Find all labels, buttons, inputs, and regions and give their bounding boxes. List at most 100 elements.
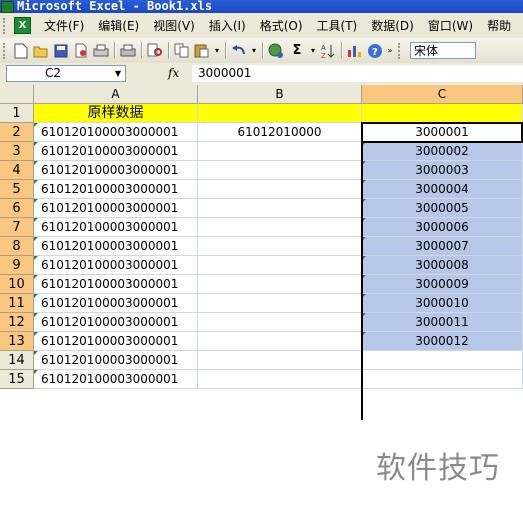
- cell-a[interactable]: 610120100003000001: [34, 180, 198, 199]
- cell-c[interactable]: 3000012: [362, 332, 523, 351]
- worksheet-grid[interactable]: A B C 1 原样数据 2 610120100003000001 6101201000…: [0, 85, 523, 505]
- cell-b[interactable]: [198, 351, 362, 370]
- cell-a[interactable]: 610120100003000001: [34, 218, 198, 237]
- menu-tools[interactable]: 工具(T): [310, 17, 365, 34]
- column-header-c[interactable]: C: [362, 85, 523, 104]
- name-box[interactable]: C2 ▼: [6, 65, 126, 82]
- cell-b[interactable]: 61012010000: [198, 123, 362, 142]
- cell-c[interactable]: 3000009: [362, 275, 523, 294]
- cell-a[interactable]: 610120100003000001: [34, 237, 198, 256]
- cell-b[interactable]: [198, 256, 362, 275]
- chart-wizard-icon[interactable]: [346, 42, 364, 60]
- cell-c[interactable]: 3000002: [362, 142, 523, 161]
- cell-a[interactable]: 610120100003000001: [34, 275, 198, 294]
- undo-icon[interactable]: [230, 42, 248, 60]
- cell-a[interactable]: 610120100003000001: [34, 332, 198, 351]
- menu-data[interactable]: 数据(D): [364, 17, 421, 34]
- cell-a[interactable]: 610120100003000001: [34, 199, 198, 218]
- autosum-dropdown-icon[interactable]: ▾: [309, 42, 317, 60]
- cell-b[interactable]: [198, 199, 362, 218]
- name-box-dropdown-icon[interactable]: ▼: [111, 66, 125, 81]
- new-icon[interactable]: [12, 42, 30, 60]
- cell-a[interactable]: 610120100003000001: [34, 313, 198, 332]
- menu-view[interactable]: 视图(V): [146, 17, 202, 34]
- hyperlink-icon[interactable]: [267, 42, 285, 60]
- help-icon[interactable]: ?: [366, 42, 384, 60]
- menu-edit[interactable]: 编辑(E): [91, 17, 146, 34]
- cell-c[interactable]: 3000003: [362, 161, 523, 180]
- menu-format[interactable]: 格式(O): [253, 17, 310, 34]
- cell-a[interactable]: 610120100003000001: [34, 142, 198, 161]
- toolbar-options-icon[interactable]: »: [386, 42, 394, 60]
- cell-b[interactable]: [198, 180, 362, 199]
- cell-a[interactable]: 原样数据: [34, 104, 198, 123]
- cell-c[interactable]: [362, 104, 523, 123]
- row-header[interactable]: 5: [0, 180, 34, 199]
- cell-c[interactable]: 3000007: [362, 237, 523, 256]
- cell-b[interactable]: [198, 142, 362, 161]
- cell-c[interactable]: 3000008: [362, 256, 523, 275]
- row-header[interactable]: 9: [0, 256, 34, 275]
- cell-b[interactable]: [198, 294, 362, 313]
- autosum-icon[interactable]: Σ: [288, 42, 306, 60]
- cell-b[interactable]: [198, 161, 362, 180]
- cell-b[interactable]: [198, 313, 362, 332]
- cell-b[interactable]: [198, 332, 362, 351]
- cell-c[interactable]: 3000010: [362, 294, 523, 313]
- workbook-icon[interactable]: X: [14, 17, 31, 34]
- toolbar-grip[interactable]: [3, 42, 8, 59]
- open-icon[interactable]: [32, 42, 50, 60]
- menu-insert[interactable]: 插入(I): [202, 17, 253, 34]
- print-icon[interactable]: [92, 42, 110, 60]
- undo-dropdown-icon[interactable]: ▾: [250, 42, 258, 60]
- menu-help[interactable]: 帮助: [480, 17, 518, 34]
- cell-a[interactable]: 610120100003000001: [34, 370, 198, 389]
- cell-c[interactable]: 3000005: [362, 199, 523, 218]
- permission-icon[interactable]: [72, 42, 90, 60]
- row-header[interactable]: 10: [0, 275, 34, 294]
- menu-window[interactable]: 窗口(W): [421, 17, 480, 34]
- cell-a[interactable]: 610120100003000001: [34, 161, 198, 180]
- cell-a[interactable]: 610120100003000001: [34, 123, 198, 142]
- research-icon[interactable]: [146, 42, 164, 60]
- print-preview-icon[interactable]: [119, 42, 137, 60]
- cell-a[interactable]: 610120100003000001: [34, 256, 198, 275]
- menu-file[interactable]: 文件(F): [37, 17, 91, 34]
- insert-function-icon[interactable]: fx: [168, 66, 179, 80]
- row-header[interactable]: 1: [0, 104, 34, 123]
- cell-b[interactable]: [198, 237, 362, 256]
- row-header[interactable]: 14: [0, 351, 34, 370]
- row-header[interactable]: 11: [0, 294, 34, 313]
- row-header[interactable]: 12: [0, 313, 34, 332]
- paste-icon[interactable]: [193, 42, 211, 60]
- cell-a[interactable]: 610120100003000001: [34, 351, 198, 370]
- row-header[interactable]: 4: [0, 161, 34, 180]
- cell-b[interactable]: [198, 218, 362, 237]
- copy-icon[interactable]: [173, 42, 191, 60]
- row-header[interactable]: 3: [0, 142, 34, 161]
- row-header[interactable]: 8: [0, 237, 34, 256]
- cell-c[interactable]: 3000001: [362, 123, 523, 142]
- cell-c[interactable]: 3000006: [362, 218, 523, 237]
- cell-b[interactable]: [198, 104, 362, 123]
- cell-b[interactable]: [198, 275, 362, 294]
- cell-a[interactable]: 610120100003000001: [34, 294, 198, 313]
- font-name-select[interactable]: 宋体: [410, 42, 476, 59]
- select-all-corner[interactable]: [0, 85, 34, 104]
- cell-c[interactable]: [362, 351, 523, 370]
- row-header[interactable]: 15: [0, 370, 34, 389]
- paste-dropdown-icon[interactable]: ▾: [213, 42, 221, 60]
- save-icon[interactable]: [52, 42, 70, 60]
- formatting-toolbar-grip[interactable]: [398, 42, 403, 59]
- cell-c[interactable]: 3000004: [362, 180, 523, 199]
- row-header[interactable]: 6: [0, 199, 34, 218]
- cell-c[interactable]: [362, 370, 523, 389]
- row-header[interactable]: 13: [0, 332, 34, 351]
- cell-c[interactable]: 3000011: [362, 313, 523, 332]
- column-header-b[interactable]: B: [198, 85, 362, 104]
- row-header[interactable]: 2: [0, 123, 34, 142]
- row-header[interactable]: 7: [0, 218, 34, 237]
- menubar-grip[interactable]: [3, 17, 8, 34]
- sort-ascending-icon[interactable]: AZ: [319, 42, 337, 60]
- formula-input[interactable]: 3000001: [192, 65, 523, 82]
